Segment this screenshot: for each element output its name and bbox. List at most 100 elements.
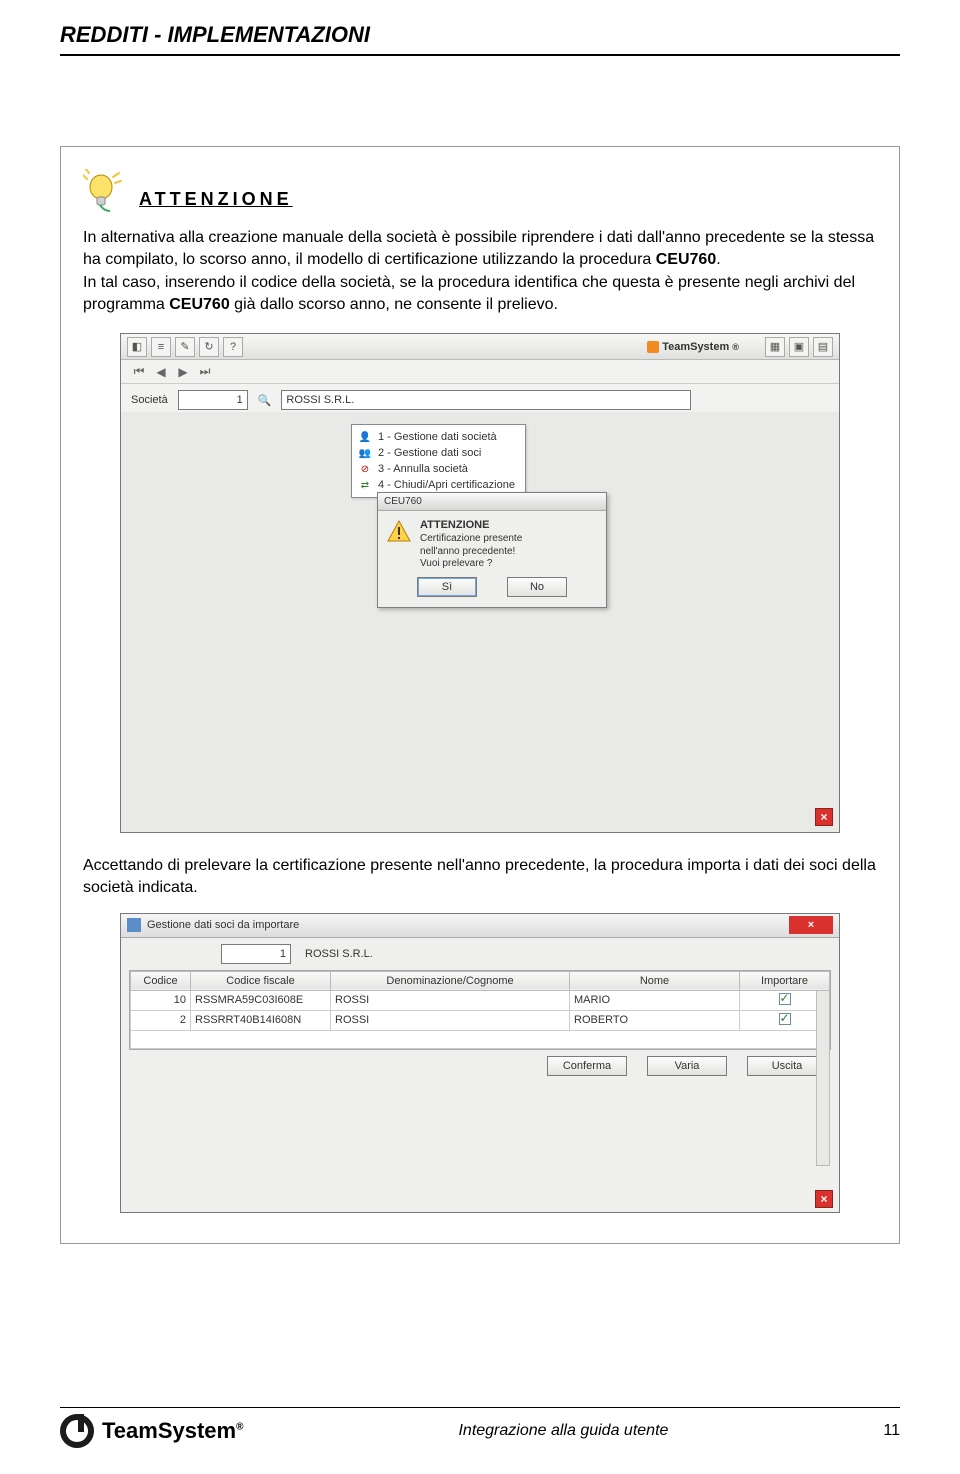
nav-prev-icon[interactable]: ◀ <box>153 364 169 380</box>
para-3: Accettando di prelevare la certificazion… <box>83 855 877 898</box>
cell-cognome: ROSSI <box>331 990 570 1010</box>
logo-mark-icon <box>60 1414 94 1448</box>
confirm-dialog: CEU760 ATTENZIONE Certificazione present… <box>377 492 607 607</box>
window-title: Gestione dati soci da importare <box>147 919 299 931</box>
dialog-button-row: Conferma Varia Uscita <box>121 1050 839 1082</box>
nav-first-icon[interactable]: ⏮ <box>131 364 147 380</box>
toolbar-btn-right-2[interactable]: ▣ <box>789 337 809 357</box>
menu-label-1: 1 - Gestione dati società <box>378 431 497 443</box>
menu-icon-1: 👤 <box>358 430 372 444</box>
app-toolbar: ◧ ≡ ✎ ↻ ? TeamSystem® ▦ ▣ ▤ <box>121 334 839 360</box>
attention-callout: ATTENZIONE In alternativa alla creazione… <box>60 146 900 1244</box>
menu-icon-4: ⇄ <box>358 478 372 492</box>
checkbox-icon[interactable] <box>779 993 791 1005</box>
logo-reg: ® <box>236 1422 243 1433</box>
cell-cf: RSSMRA59C03I608E <box>191 990 331 1010</box>
toolbar-btn-3[interactable]: ✎ <box>175 337 195 357</box>
menu-item-4[interactable]: ⇄ 4 - Chiudi/Apri certificazione <box>358 477 515 493</box>
window-titlebar: Gestione dati soci da importare × <box>121 914 839 938</box>
window-icon <box>127 918 141 932</box>
dialog-line-3: Vuoi prelevare ? <box>420 558 522 571</box>
society-label: Società <box>131 394 168 406</box>
grid-society-name: ROSSI S.R.L. <box>301 944 701 964</box>
menu-item-1[interactable]: 👤 1 - Gestione dati società <box>358 429 515 445</box>
title-rule <box>60 54 900 56</box>
dialog-line-1: Certificazione presente <box>420 533 522 546</box>
table-row[interactable]: 2 RSSRRT40B14I608N ROSSI ROBERTO <box>131 1010 830 1030</box>
menu-label-2: 2 - Gestione dati soci <box>378 447 481 459</box>
window-close-button[interactable]: × <box>789 916 833 934</box>
dialog-no-button[interactable]: No <box>507 577 567 597</box>
para-1c: . <box>716 251 720 268</box>
toolbar-btn-1[interactable]: ◧ <box>127 337 147 357</box>
society-code-value: 1 <box>237 394 243 406</box>
import-grid: Codice Codice fiscale Denominazione/Cogn… <box>129 970 831 1050</box>
conferma-button[interactable]: Conferma <box>547 1056 627 1076</box>
vertical-scrollbar[interactable] <box>816 990 830 1166</box>
menu-label-3: 3 - Annulla società <box>378 463 468 475</box>
doc-title: REDDITI - IMPLEMENTAZIONI <box>60 22 900 48</box>
para-2c: già dallo scorso anno, ne consente il pr… <box>230 296 558 313</box>
attention-heading: ATTENZIONE <box>139 169 293 210</box>
cell-nome: ROBERTO <box>570 1010 740 1030</box>
society-name-value: ROSSI S.R.L. <box>286 394 354 406</box>
screenshot-society-dialog: ◧ ≡ ✎ ↻ ? TeamSystem® ▦ ▣ ▤ ⏮ ◀ ▶ ⏭ Soci… <box>120 333 840 833</box>
col-importare[interactable]: Importare <box>740 971 830 990</box>
col-denominazione[interactable]: Denominazione/Cognome <box>331 971 570 990</box>
cell-codice: 2 <box>131 1010 191 1030</box>
menu-label-4: 4 - Chiudi/Apri certificazione <box>378 479 515 491</box>
menu-item-3[interactable]: ⊘ 3 - Annulla società <box>358 461 515 477</box>
record-nav-bar: ⏮ ◀ ▶ ⏭ <box>121 360 839 384</box>
cell-nome: MARIO <box>570 990 740 1010</box>
society-name-field[interactable]: ROSSI S.R.L. <box>281 390 691 410</box>
toolbar-btn-right-3[interactable]: ▤ <box>813 337 833 357</box>
close-button[interactable]: × <box>815 808 833 826</box>
cell-cognome: ROSSI <box>331 1010 570 1030</box>
toolbar-btn-2[interactable]: ≡ <box>151 337 171 357</box>
para-1a: In alternativa alla creazione manuale de… <box>83 229 874 268</box>
brand-text: TeamSystem <box>662 341 729 353</box>
brand-logo-small: TeamSystem® <box>647 339 739 355</box>
context-menu: 👤 1 - Gestione dati società 👥 2 - Gestio… <box>351 424 526 498</box>
nav-next-icon[interactable]: ▶ <box>175 364 191 380</box>
toolbar-btn-refresh[interactable]: ↻ <box>199 337 219 357</box>
dialog-title: CEU760 <box>378 493 606 511</box>
society-code-field[interactable]: 1 <box>178 390 248 410</box>
col-codice-fiscale[interactable]: Codice fiscale <box>191 971 331 990</box>
para-1: In alternativa alla creazione manuale de… <box>83 227 877 270</box>
brand-mark-icon <box>647 341 659 353</box>
dialog-line-2: nell'anno precedente! <box>420 546 522 559</box>
nav-last-icon[interactable]: ⏭ <box>197 364 213 380</box>
dialog-yes-button[interactable]: Sì <box>417 577 477 597</box>
close-button[interactable]: × <box>815 1190 833 1208</box>
grid-header-row: Codice Codice fiscale Denominazione/Cogn… <box>131 971 830 990</box>
lightbulb-icon <box>83 169 125 217</box>
toolbar-btn-help[interactable]: ? <box>223 337 243 357</box>
col-nome[interactable]: Nome <box>570 971 740 990</box>
checkbox-icon[interactable] <box>779 1013 791 1025</box>
table-row[interactable]: 10 RSSMRA59C03I608E ROSSI MARIO <box>131 990 830 1010</box>
menu-item-2[interactable]: 👥 2 - Gestione dati soci <box>358 445 515 461</box>
logo-text: TeamSystem <box>102 1418 236 1443</box>
warning-icon <box>386 519 412 545</box>
lookup-icon[interactable]: 🔍 <box>258 394 272 407</box>
para-1b: CEU760 <box>656 251 716 268</box>
cell-cf: RSSRRT40B14I608N <box>191 1010 331 1030</box>
menu-icon-2: 👥 <box>358 446 372 460</box>
society-header-row: 1 ROSSI S.R.L. <box>121 938 839 970</box>
cell-codice: 10 <box>131 990 191 1010</box>
para-2: In tal caso, inserendo il codice della s… <box>83 272 877 315</box>
varia-button[interactable]: Varia <box>647 1056 727 1076</box>
para-2b: CEU760 <box>169 296 229 313</box>
col-codice[interactable]: Codice <box>131 971 191 990</box>
footer-center-text: Integrazione alla guida utente <box>458 1422 668 1440</box>
grid-society-code: 1 <box>221 944 291 964</box>
toolbar-btn-right-1[interactable]: ▦ <box>765 337 785 357</box>
uscita-button[interactable]: Uscita <box>747 1056 827 1076</box>
menu-icon-3: ⊘ <box>358 462 372 476</box>
screenshot-import-grid: Gestione dati soci da importare × 1 ROSS… <box>120 913 840 1213</box>
dialog-heading: ATTENZIONE <box>420 519 522 533</box>
page-footer: TeamSystem® Integrazione alla guida uten… <box>60 1407 900 1448</box>
teamsystem-logo: TeamSystem® <box>60 1414 243 1448</box>
page-number: 11 <box>883 1422 900 1440</box>
